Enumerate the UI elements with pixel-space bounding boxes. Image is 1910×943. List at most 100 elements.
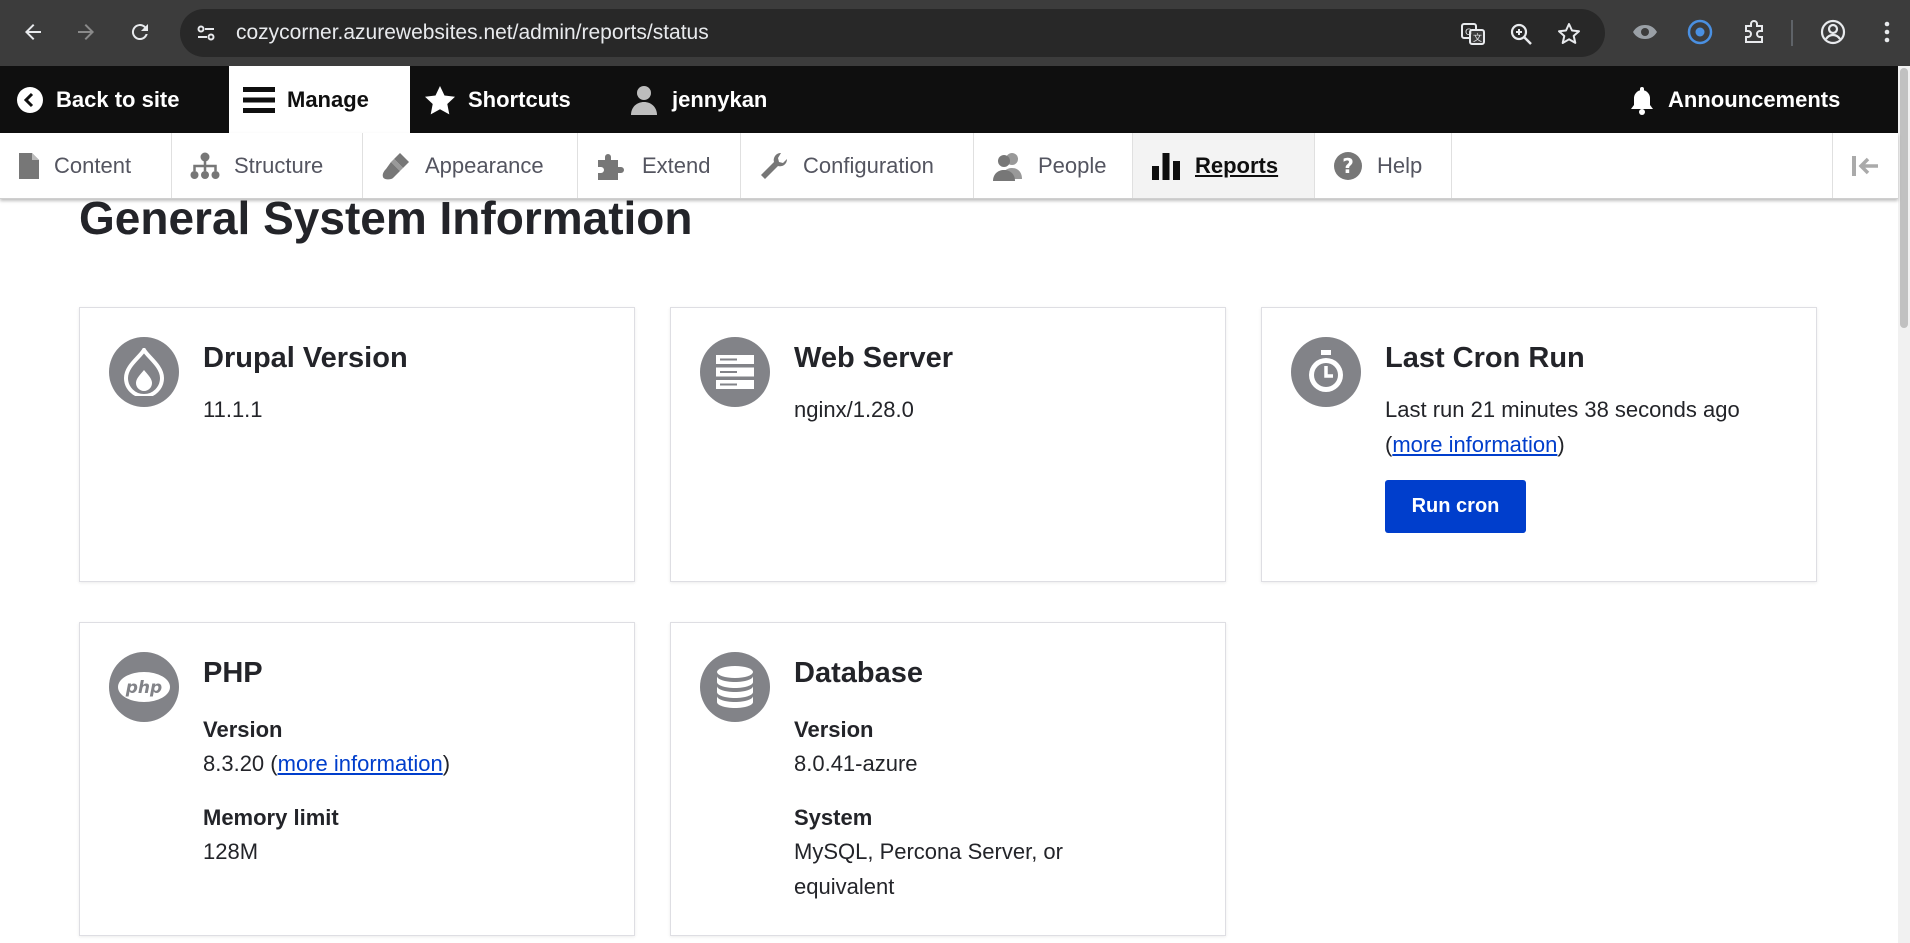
svg-text:?: ?: [1342, 154, 1354, 178]
manage-tab[interactable]: Manage: [229, 66, 410, 133]
php-version-label: Version: [203, 717, 283, 742]
toolbar-separator: [1791, 20, 1793, 46]
back-to-site-link[interactable]: Back to site: [16, 66, 180, 133]
tray-item-label: Appearance: [425, 152, 544, 178]
announcements-label: Announcements: [1668, 86, 1841, 112]
tray-item-label: Reports: [1195, 152, 1279, 178]
question-circle-icon: ?: [1334, 151, 1362, 180]
php-version: 8.3.20: [203, 751, 265, 776]
php-version-value: 8.3.20 (more information): [203, 746, 450, 781]
run-cron-button[interactable]: Run cron: [1385, 480, 1526, 533]
svg-text:文: 文: [1473, 32, 1482, 44]
stopwatch-icon: [1291, 337, 1361, 407]
shortcuts-tab[interactable]: Shortcuts: [424, 66, 571, 133]
tray-item-label: Configuration: [803, 152, 934, 178]
collapse-left-icon: [1851, 155, 1878, 176]
cron-more-info-link[interactable]: more information: [1392, 432, 1557, 457]
db-system-label: System: [794, 805, 873, 830]
card-title: Web Server: [794, 342, 954, 374]
last-cron-card: Last Cron Run Last run 21 minutes 38 sec…: [1261, 307, 1817, 582]
web-server-card: Web Server nginx/1.28.0: [670, 307, 1226, 582]
server-icon: [700, 337, 770, 407]
db-system-value: MySQL, Percona Server, or equivalent: [794, 834, 1063, 904]
paintbrush-icon: [382, 152, 409, 179]
bell-icon: [1631, 86, 1653, 115]
document-icon: [19, 152, 39, 179]
web-server-value: nginx/1.28.0: [794, 397, 914, 422]
drupal-version-value: 11.1.1: [203, 397, 263, 422]
db-system-line1: MySQL, Percona Server, or: [794, 839, 1063, 864]
star-icon: [425, 85, 455, 114]
privacy-extension-icon[interactable]: [1685, 17, 1715, 47]
profile-icon[interactable]: [1818, 17, 1848, 47]
card-title: Drupal Version: [203, 342, 408, 374]
user-icon: [631, 85, 657, 115]
drupal-version-card: Drupal Version 11.1.1: [79, 307, 635, 582]
bookmark-star-icon[interactable]: [1556, 21, 1582, 47]
site-info-icon[interactable]: [194, 21, 218, 45]
user-label: jennykan: [672, 86, 768, 112]
back-arrow-icon[interactable]: [15, 14, 51, 50]
admin-tray: Content Structure Appearance Extend Conf…: [0, 133, 1898, 199]
database-icon: [700, 652, 770, 722]
browser-chrome: cozycorner.azurewebsites.net/admin/repor…: [0, 0, 1910, 66]
announcements-tab[interactable]: Announcements: [1628, 66, 1840, 133]
tray-item-label: Help: [1377, 152, 1423, 178]
wrench-icon: [761, 152, 788, 179]
memory-limit-value: 128M: [203, 839, 259, 864]
tray-item-configuration[interactable]: Configuration: [741, 133, 974, 198]
db-version-value: 8.0.41-azure: [794, 751, 918, 776]
database-card: Database Version 8.0.41-azure System MyS…: [670, 622, 1226, 936]
tray-item-label: Structure: [234, 152, 324, 178]
db-system-line2: equivalent: [794, 874, 895, 899]
url-text[interactable]: cozycorner.azurewebsites.net/admin/repor…: [236, 9, 709, 57]
tray-item-reports[interactable]: Reports: [1133, 133, 1315, 198]
reload-icon[interactable]: [122, 14, 158, 50]
paren-close: ): [1557, 432, 1565, 457]
sitemap-icon: [190, 152, 220, 179]
php-icon: php: [109, 652, 179, 722]
menu-kebab-icon[interactable]: [1872, 17, 1902, 47]
tray-item-people[interactable]: People: [974, 133, 1133, 198]
user-tab[interactable]: jennykan: [628, 66, 767, 133]
card-title: Last Cron Run: [1385, 342, 1585, 374]
address-bar[interactable]: cozycorner.azurewebsites.net/admin/repor…: [180, 9, 1605, 57]
tray-item-content[interactable]: Content: [0, 133, 172, 198]
card-title: Database: [794, 657, 923, 689]
php-card: php PHP Version 8.3.20 (more information…: [79, 622, 635, 936]
bar-chart-icon: [1152, 152, 1180, 180]
tray-orientation-toggle[interactable]: [1832, 133, 1898, 198]
php-more-info-link[interactable]: more information: [278, 751, 443, 776]
db-version-label: Version: [794, 717, 874, 742]
tray-item-label: Extend: [642, 152, 711, 178]
tray-item-structure[interactable]: Structure: [172, 133, 363, 198]
tray-item-label: People: [1038, 152, 1107, 178]
back-to-site-label: Back to site: [56, 86, 180, 112]
eye-extension-icon[interactable]: [1630, 17, 1660, 47]
svg-text:G: G: [1465, 28, 1472, 38]
paren-open: (: [264, 751, 278, 776]
tray-item-help[interactable]: ? Help: [1315, 133, 1452, 198]
zoom-icon[interactable]: [1508, 21, 1534, 47]
manage-label: Manage: [287, 86, 369, 112]
svg-text:php: php: [125, 678, 162, 698]
scrollbar-thumb[interactable]: [1900, 68, 1908, 328]
drupal-drop-icon: [109, 337, 179, 407]
card-title: PHP: [203, 657, 263, 689]
cron-last-run: Last run 21 minutes 38 seconds ago: [1385, 397, 1740, 422]
people-icon: [993, 152, 1022, 181]
translate-icon[interactable]: G文: [1460, 21, 1486, 47]
hamburger-icon: [243, 86, 275, 113]
puzzle-icon: [598, 153, 624, 180]
cron-status-text: Last run 21 minutes 38 seconds ago (more…: [1385, 392, 1795, 462]
tray-item-label: Content: [54, 152, 132, 178]
back-circle-icon: [17, 86, 43, 113]
tray-item-appearance[interactable]: Appearance: [363, 133, 578, 198]
paren-close: ): [442, 751, 451, 776]
admin-toolbar: Back to site Manage Shortcuts jennykan A…: [0, 66, 1898, 133]
shortcuts-label: Shortcuts: [468, 86, 571, 112]
forward-arrow-icon[interactable]: [68, 14, 104, 50]
memory-limit-label: Memory limit: [203, 805, 339, 830]
extensions-puzzle-icon[interactable]: [1740, 17, 1770, 47]
tray-item-extend[interactable]: Extend: [578, 133, 741, 198]
